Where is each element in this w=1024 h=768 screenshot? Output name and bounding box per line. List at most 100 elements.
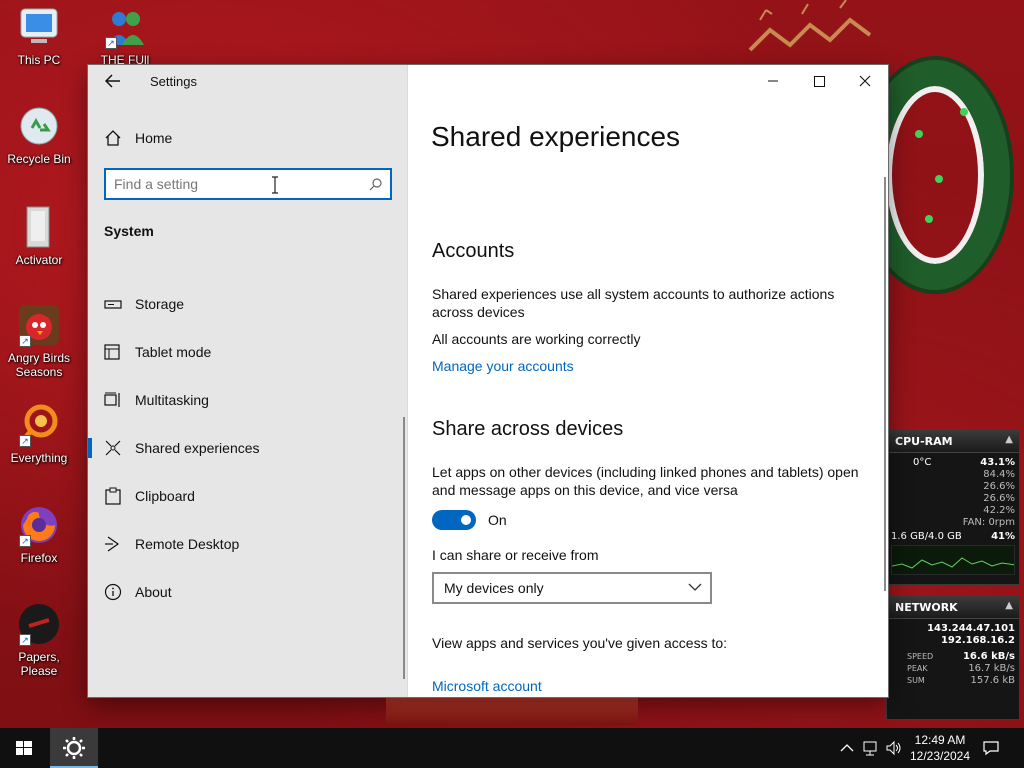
network-icon[interactable] bbox=[862, 739, 880, 757]
desktop-icon-label: Everything bbox=[10, 451, 68, 465]
home-nav-item[interactable]: Home bbox=[88, 120, 408, 156]
public-ip: 143.244.47.101 bbox=[927, 623, 1015, 634]
nav-item-shared-experiences[interactable]: Shared experiences bbox=[88, 424, 408, 472]
sum-value: 157.6 kB bbox=[970, 675, 1015, 686]
nav-item-label: Shared experiences bbox=[135, 440, 260, 456]
nav-item-clipboard[interactable]: Clipboard bbox=[88, 472, 408, 520]
window-controls bbox=[750, 65, 888, 97]
reindeer-decoration bbox=[740, 0, 880, 60]
taskbar-settings-app[interactable] bbox=[50, 728, 98, 768]
angry-birds-icon: ↗ bbox=[17, 303, 61, 347]
wreath-light bbox=[935, 175, 943, 183]
maximize-button[interactable] bbox=[796, 65, 842, 97]
cpu-core-value: 26.6% bbox=[983, 481, 1015, 492]
nav-list: Storage Tablet mode Multitasking Shared … bbox=[88, 280, 408, 616]
firefox-icon: ↗ bbox=[17, 503, 61, 547]
minimize-button[interactable] bbox=[750, 65, 796, 97]
share-from-dropdown[interactable]: My devices only bbox=[432, 572, 712, 604]
accounts-status: All accounts are working correctly bbox=[432, 331, 641, 347]
ram-percent: 41% bbox=[991, 531, 1015, 542]
nav-item-label: Remote Desktop bbox=[135, 536, 240, 552]
sum-label: SUM bbox=[907, 676, 925, 685]
accounts-heading: Accounts bbox=[432, 240, 515, 262]
desktop-icon-label: This PC bbox=[17, 53, 61, 67]
tablet-mode-icon bbox=[104, 344, 120, 360]
desktop-icon-label: Angry Birds Seasons bbox=[7, 351, 71, 379]
close-button[interactable] bbox=[842, 65, 888, 97]
desktop-icon-the-full[interactable]: ↗ THE FUll bbox=[86, 5, 164, 67]
start-button[interactable] bbox=[0, 728, 48, 768]
speed-label: SPEED bbox=[907, 652, 934, 661]
desktop-icon-firefox[interactable]: ↗ Firefox bbox=[0, 503, 78, 565]
maximize-icon bbox=[814, 76, 825, 87]
desktop-icon-label: Recycle Bin bbox=[7, 152, 71, 166]
desktop-icon-this-pc[interactable]: This PC bbox=[0, 5, 78, 67]
taskbar-decoration bbox=[386, 697, 638, 725]
shortcut-arrow-icon: ↗ bbox=[19, 335, 31, 347]
this-pc-icon bbox=[17, 5, 61, 49]
fan-speed: FAN: 0rpm bbox=[962, 517, 1015, 528]
nav-item-label: Tablet mode bbox=[135, 344, 212, 360]
share-across-toggle[interactable] bbox=[432, 510, 476, 530]
dropdown-value: My devices only bbox=[444, 580, 544, 596]
search-input[interactable] bbox=[114, 175, 354, 193]
wreath-light bbox=[960, 108, 968, 116]
shortcut-arrow-icon: ↗ bbox=[105, 37, 117, 49]
taskbar-clock[interactable]: 12:49 AM 12/23/2024 bbox=[900, 732, 980, 764]
settings-content-pane: Shared experiences Accounts Shared exper… bbox=[408, 65, 888, 697]
peak-value: 16.7 kB/s bbox=[968, 663, 1015, 674]
minimize-icon bbox=[768, 80, 778, 82]
home-icon bbox=[105, 130, 121, 146]
app-title: Settings bbox=[150, 74, 197, 89]
desktop-icon-label: Firefox bbox=[20, 551, 58, 565]
everything-search-icon: ↗ bbox=[17, 403, 61, 447]
title-bar[interactable]: Settings bbox=[88, 65, 408, 97]
nav-item-about[interactable]: About bbox=[88, 568, 408, 616]
local-ip: 192.168.16.2 bbox=[940, 635, 1015, 646]
activator-icon bbox=[17, 205, 61, 249]
desktop-icon-label: Papers, Please bbox=[18, 650, 60, 678]
share-across-description: Let apps on other devices (including lin… bbox=[432, 464, 859, 498]
gadget-title: NETWORK ▲ bbox=[887, 597, 1019, 619]
desktop-icon-activator[interactable]: Activator bbox=[0, 205, 78, 267]
nav-item-label: Storage bbox=[135, 296, 185, 312]
nav-item-multitasking[interactable]: Multitasking bbox=[88, 376, 408, 424]
section-header: System bbox=[104, 223, 154, 239]
show-hidden-icons-icon[interactable] bbox=[838, 739, 856, 757]
info-icon bbox=[104, 583, 122, 601]
cpu-ram-gadget[interactable]: CPU-RAM ▲ 0°C 43.1% 84.4% 26.6% 26.6% 42… bbox=[886, 430, 1020, 585]
windows-logo-icon bbox=[16, 741, 32, 755]
microsoft-account-link[interactable]: Microsoft account bbox=[432, 678, 542, 694]
nav-item-remote-desktop[interactable]: Remote Desktop bbox=[88, 520, 408, 568]
desktop-icon-angry-birds[interactable]: ↗ Angry Birds Seasons bbox=[0, 303, 78, 379]
cpu-temperature: 0°C bbox=[913, 457, 932, 468]
chevron-down-icon bbox=[688, 583, 702, 591]
storage-icon bbox=[104, 300, 122, 309]
collapse-icon[interactable]: ▲ bbox=[1005, 434, 1013, 445]
multitasking-icon bbox=[104, 392, 120, 407]
manage-accounts-link[interactable]: Manage your accounts bbox=[432, 358, 574, 374]
desktop-icon-papers-please[interactable]: ↗ Papers, Please bbox=[0, 602, 78, 678]
page-title: Shared experiences bbox=[431, 121, 681, 152]
desktop-icon-everything[interactable]: ↗ Everything bbox=[0, 403, 78, 465]
desktop-icon-recycle-bin[interactable]: Recycle Bin bbox=[0, 104, 78, 166]
home-label: Home bbox=[135, 130, 173, 146]
content-scrollbar[interactable] bbox=[884, 177, 886, 591]
back-button[interactable] bbox=[98, 69, 128, 95]
nav-item-tablet-mode[interactable]: Tablet mode bbox=[88, 328, 408, 376]
collapse-icon[interactable]: ▲ bbox=[1005, 600, 1013, 611]
nav-item-storage[interactable]: Storage bbox=[88, 280, 408, 328]
nav-scrollbar[interactable] bbox=[403, 417, 405, 679]
cpu-core-value: 42.2% bbox=[983, 505, 1015, 516]
clock-date: 12/23/2024 bbox=[909, 749, 971, 763]
speed-value: 16.6 kB/s bbox=[962, 651, 1015, 662]
notification-center-icon[interactable] bbox=[982, 739, 1000, 757]
search-icon[interactable] bbox=[369, 178, 382, 191]
network-gadget[interactable]: NETWORK ▲ 143.244.47.101 192.168.16.2 SP… bbox=[886, 596, 1020, 720]
gear-icon bbox=[63, 737, 85, 759]
shared-experiences-icon bbox=[105, 440, 121, 456]
taskbar: 12:49 AM 12/23/2024 bbox=[0, 728, 1024, 768]
search-box[interactable] bbox=[104, 168, 392, 200]
shortcut-arrow-icon: ↗ bbox=[19, 435, 31, 447]
share-across-heading: Share across devices bbox=[432, 418, 624, 440]
